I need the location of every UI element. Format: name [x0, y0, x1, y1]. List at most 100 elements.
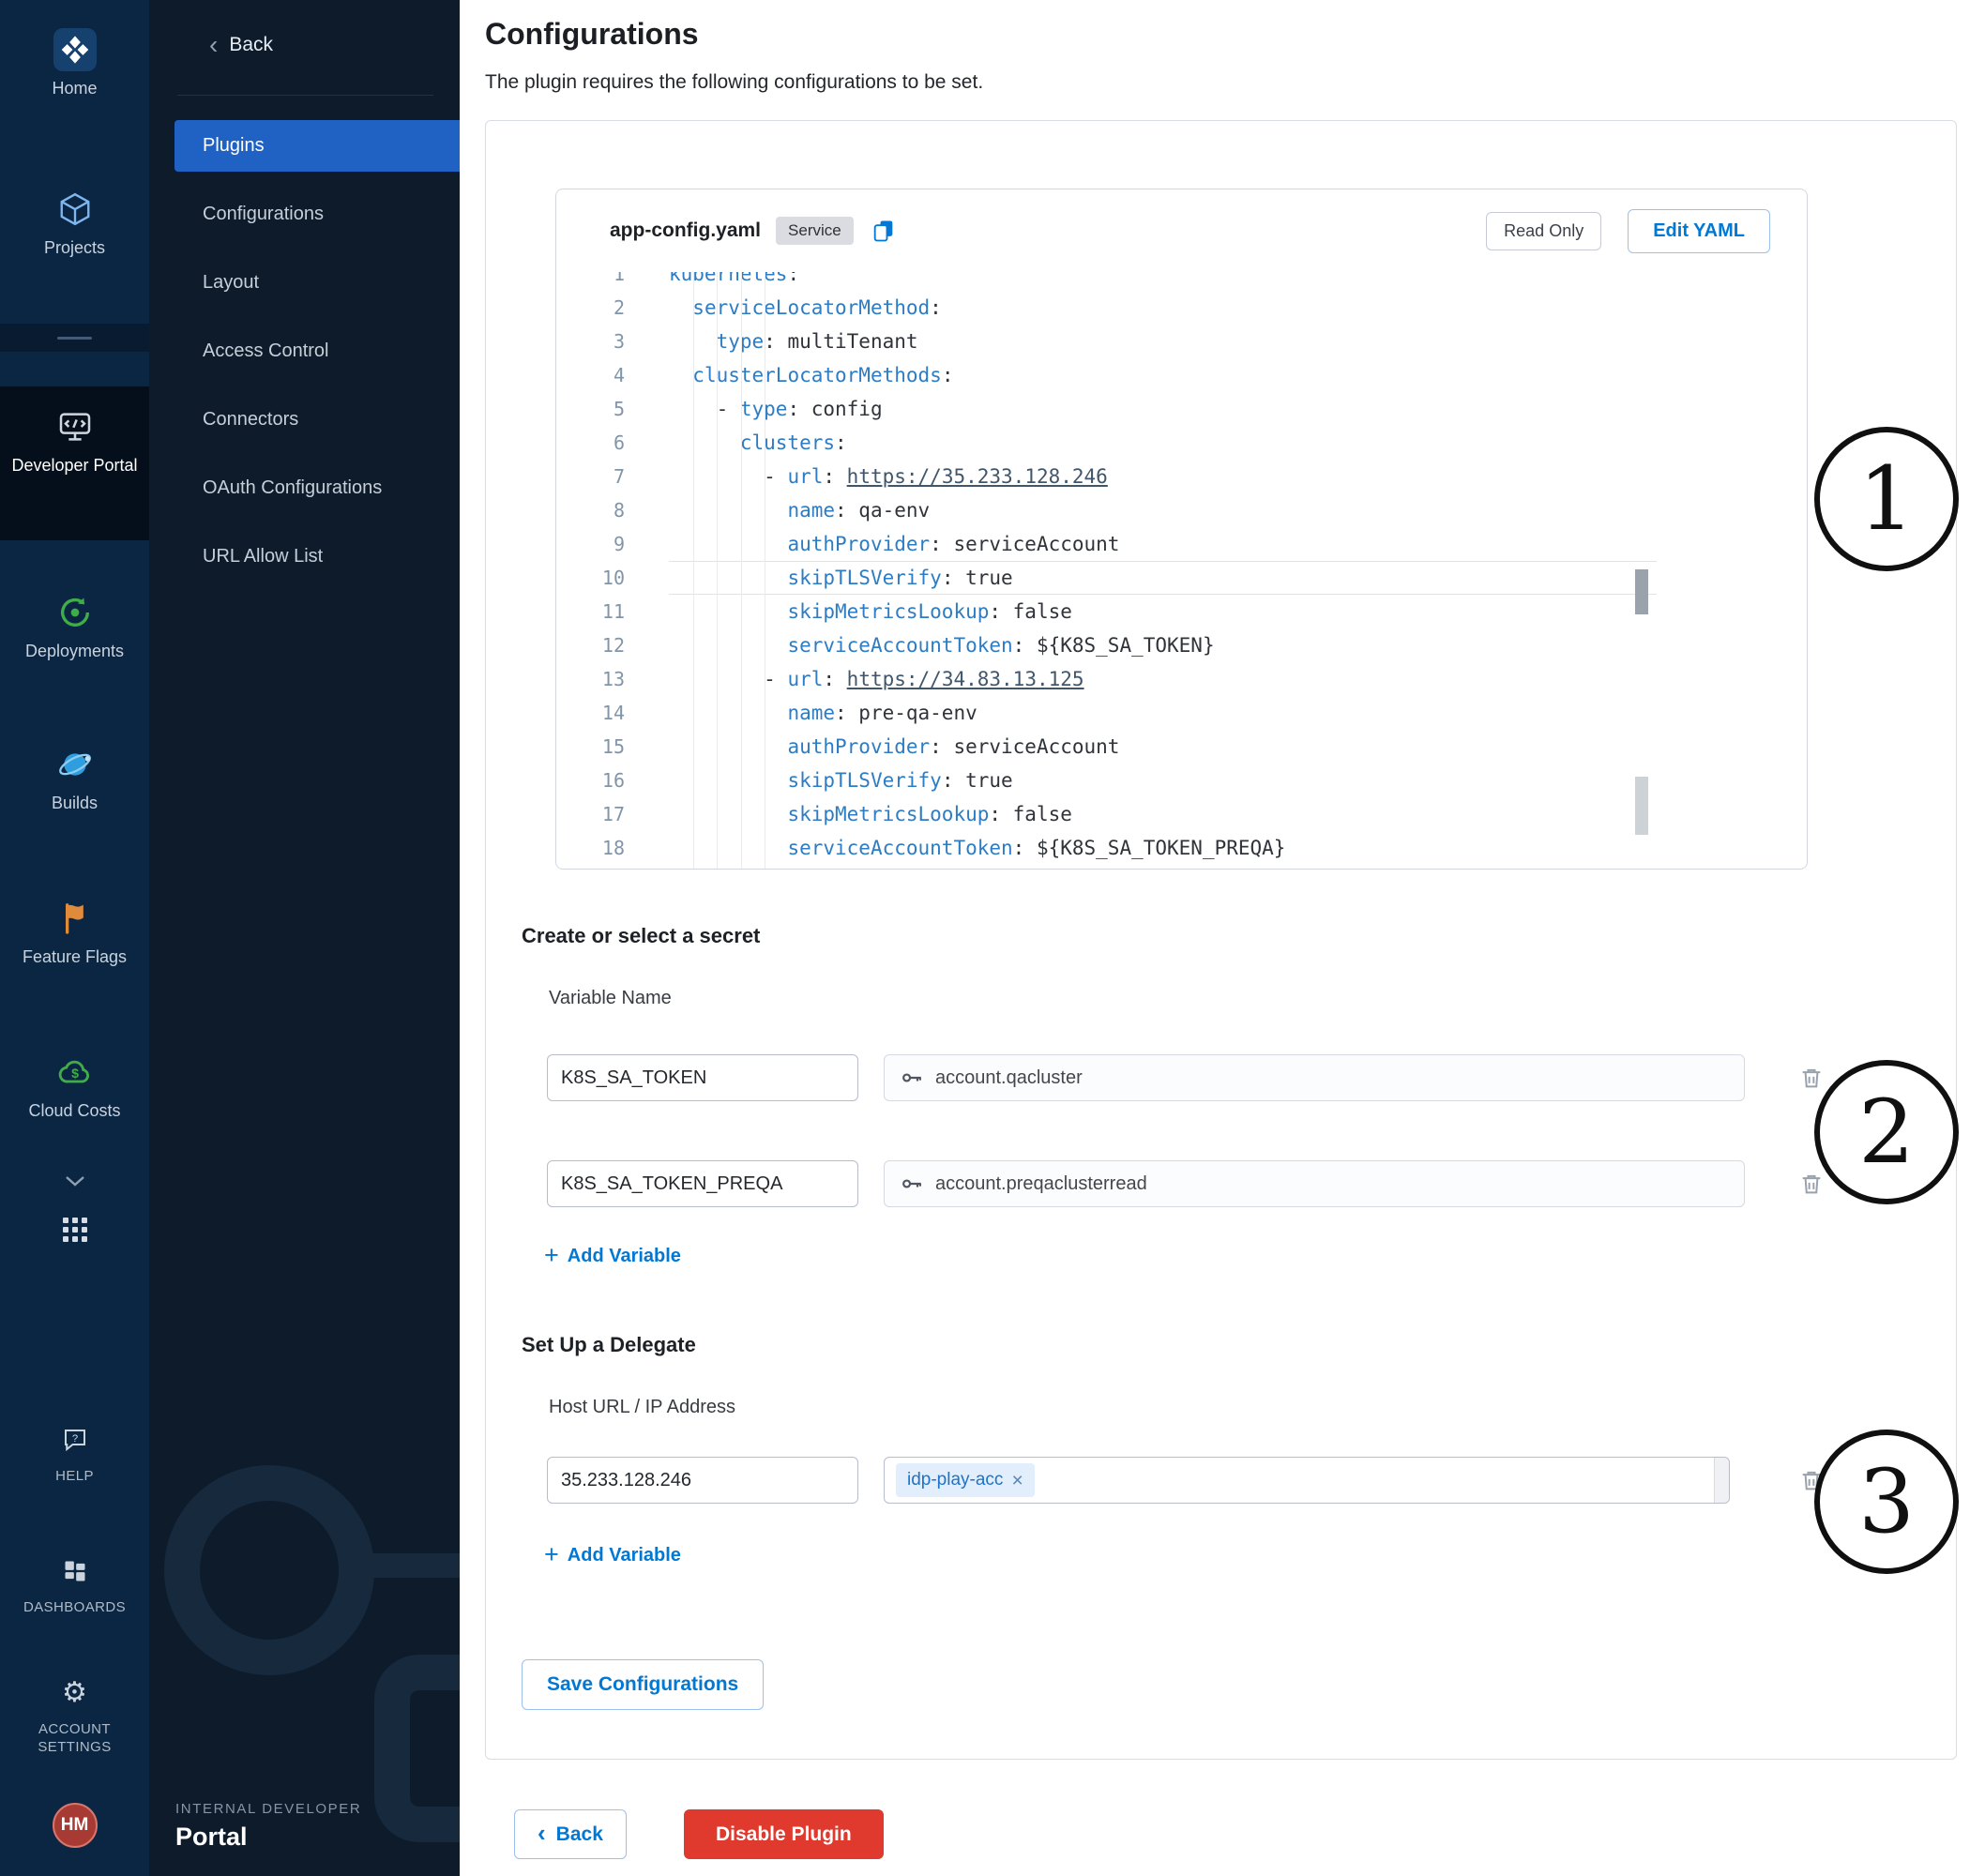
nav-home[interactable]: Home: [0, 28, 149, 99]
nav-help-label: HELP: [0, 1468, 149, 1486]
annotation-circle-1: 1: [1814, 427, 1959, 571]
cloud-costs-icon: $: [0, 1051, 149, 1094]
code-line: 5 - type: config: [556, 392, 1807, 426]
sidebar-item-connectors[interactable]: Connectors: [149, 386, 460, 454]
nav-cloud-costs[interactable]: $ Cloud Costs: [0, 1051, 149, 1122]
sidebar-item-label: OAuth Configurations: [203, 477, 382, 498]
secret-value: account.qacluster: [935, 1067, 1083, 1089]
sidebar-item-label: Configurations: [203, 204, 324, 224]
decorative-pipe: [348, 1553, 460, 1578]
variable-name-input[interactable]: [547, 1160, 858, 1207]
nav-developer-portal[interactable]: Developer Portal: [0, 405, 149, 477]
nav-cloud-costs-label: Cloud Costs: [0, 1100, 149, 1122]
nav-deployments-label: Deployments: [0, 641, 149, 662]
delegate-tag-label: idp-play-acc: [907, 1470, 1003, 1490]
chevron-left-icon: ‹: [538, 1819, 546, 1848]
back-link-label: Back: [229, 34, 273, 56]
variable-name-input[interactable]: [547, 1054, 858, 1101]
back-link[interactable]: ‹ Back: [209, 32, 273, 58]
delete-row-icon[interactable]: [1798, 1064, 1825, 1092]
code-line: 7 - url: https://35.233.128.246: [556, 460, 1807, 493]
host-url-label: Host URL / IP Address: [549, 1397, 735, 1418]
read-only-badge: Read Only: [1486, 212, 1601, 250]
copy-icon[interactable]: [871, 218, 897, 244]
secret-section-heading: Create or select a secret: [522, 924, 760, 948]
secret-value: account.preqaclusterread: [935, 1173, 1147, 1195]
nav-builds-label: Builds: [0, 793, 149, 814]
developer-portal-icon: [0, 405, 149, 448]
sidebar-footer: INTERNAL DEVELOPER Portal: [175, 1801, 361, 1852]
sidebar-menu: Plugins Configurations Layout Access Con…: [149, 112, 460, 591]
secret-selector[interactable]: account.preqaclusterread: [884, 1160, 1745, 1207]
editor-scrollbar-thumb[interactable]: [1635, 569, 1648, 614]
annotation-circle-2: 2: [1814, 1060, 1959, 1204]
footer-kicker: INTERNAL DEVELOPER: [175, 1801, 361, 1817]
add-variable-label: Add Variable: [568, 1545, 681, 1566]
nav-deployments[interactable]: Deployments: [0, 591, 149, 662]
gear-icon: ⚙: [0, 1672, 149, 1715]
nav-projects[interactable]: Projects: [0, 188, 149, 259]
sidebar-item-access-control[interactable]: Access Control: [149, 317, 460, 386]
yaml-card-header: app-config.yaml Service Read Only Edit Y…: [556, 189, 1807, 272]
nav-home-label: Home: [0, 78, 149, 99]
secret-row: account.qacluster: [547, 1054, 1825, 1101]
sidebar-item-layout[interactable]: Layout: [149, 249, 460, 317]
delegate-tag-field[interactable]: idp-play-acc ×: [884, 1457, 1730, 1504]
nav-builds[interactable]: Builds: [0, 743, 149, 814]
disable-plugin-button[interactable]: Disable Plugin: [684, 1809, 884, 1859]
nav-dashboards[interactable]: DASHBOARDS: [0, 1550, 149, 1617]
code-line: 13 - url: https://34.83.13.125: [556, 662, 1807, 696]
yaml-card: app-config.yaml Service Read Only Edit Y…: [555, 189, 1808, 870]
back-button[interactable]: ‹ Back: [514, 1809, 627, 1859]
sidebar-item-label: Connectors: [203, 409, 298, 430]
nav-account-settings[interactable]: ⚙ ACCOUNT SETTINGS: [0, 1672, 149, 1757]
nav-account-settings-label: ACCOUNT SETTINGS: [0, 1721, 149, 1757]
annotation-circle-3: 3: [1814, 1430, 1959, 1574]
secret-selector[interactable]: account.qacluster: [884, 1054, 1745, 1101]
help-chat-icon: ?: [0, 1418, 149, 1461]
add-variable-button[interactable]: + Add Variable: [544, 1544, 681, 1567]
avatar[interactable]: HM: [53, 1803, 98, 1848]
code-line: 2 serviceLocatorMethod:: [556, 291, 1807, 325]
chevron-left-icon: ‹: [209, 32, 218, 58]
remove-tag-icon[interactable]: ×: [1011, 1471, 1023, 1490]
delegate-tag-chip: idp-play-acc ×: [896, 1463, 1035, 1497]
delegate-row: idp-play-acc ×: [547, 1457, 1825, 1504]
svg-text:?: ?: [71, 1433, 77, 1445]
edit-yaml-button[interactable]: Edit YAML: [1628, 209, 1770, 253]
code-line: 6 clusters:: [556, 426, 1807, 460]
apps-grid-icon: [0, 1208, 149, 1251]
nav-feature-flags[interactable]: Feature Flags: [0, 897, 149, 968]
sidebar-item-oauth-configurations[interactable]: OAuth Configurations: [149, 454, 460, 522]
plus-icon: +: [544, 1542, 559, 1567]
yaml-editor[interactable]: 1kubernetes:2 serviceLocatorMethod:3 typ…: [556, 272, 1807, 869]
harness-logo-icon: [0, 28, 149, 71]
module-picker-button[interactable]: [0, 1208, 149, 1251]
host-url-input[interactable]: [547, 1457, 858, 1504]
editor-scrollbar-mark: [1635, 777, 1648, 835]
save-configurations-button[interactable]: Save Configurations: [522, 1659, 764, 1710]
code-line: 3 type: multiTenant: [556, 325, 1807, 358]
sidebar-item-plugins[interactable]: Plugins: [149, 112, 460, 180]
nav-projects-label: Projects: [0, 237, 149, 259]
projects-cube-icon: [0, 188, 149, 231]
delete-row-icon[interactable]: [1798, 1170, 1825, 1198]
main-content: Configurations The plugin requires the f…: [460, 0, 1985, 1876]
nav-help[interactable]: ? HELP: [0, 1418, 149, 1486]
sidebar-divider: [177, 95, 433, 96]
sidebar-item-label: Plugins: [203, 135, 265, 156]
sidebar-item-configurations[interactable]: Configurations: [149, 180, 460, 249]
key-icon: [900, 1172, 924, 1196]
user-menu[interactable]: HM: [0, 1803, 149, 1848]
rail-collapse-chevron[interactable]: [0, 1159, 149, 1203]
plus-icon: +: [544, 1243, 559, 1268]
add-variable-button[interactable]: + Add Variable: [544, 1245, 681, 1268]
rail-divider: [0, 324, 149, 352]
secret-row: account.preqaclusterread: [547, 1160, 1825, 1207]
sidebar-item-label: Access Control: [203, 340, 329, 361]
sidebar-item-url-allow-list[interactable]: URL Allow List: [149, 522, 460, 591]
nav-feature-flags-label: Feature Flags: [0, 946, 149, 968]
code-line: 16 skipTLSVerify: true: [556, 764, 1807, 797]
page-subtitle: The plugin requires the following config…: [485, 71, 983, 94]
key-icon: [900, 1066, 924, 1090]
